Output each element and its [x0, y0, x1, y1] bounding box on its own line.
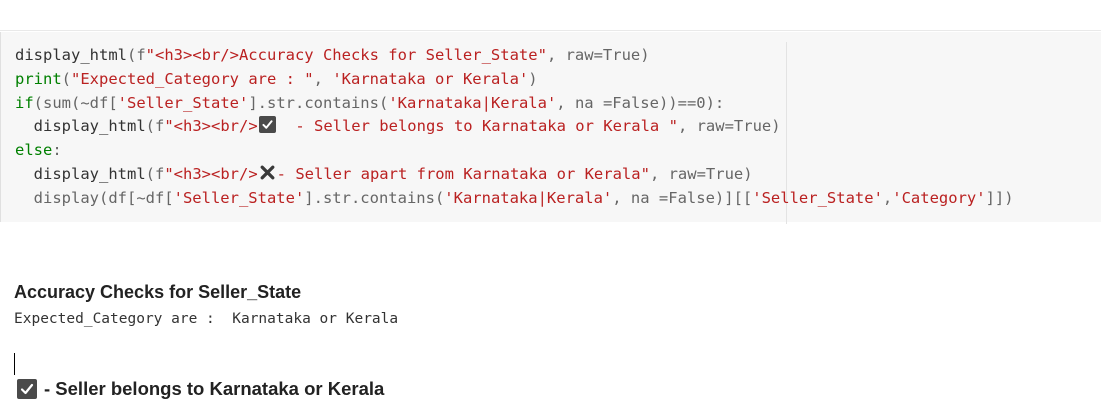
code-line: display_html(f"<h3><br/>Accuracy Checks … [15, 44, 1014, 68]
code-token: (f [126, 46, 146, 64]
check-box-icon [258, 116, 276, 134]
code-token: , [313, 69, 333, 88]
code-line: display_html(f"<h3><br/> - Seller apart f… [15, 163, 1014, 187]
output-result: - Seller belongs to Karnataka or Kerala [16, 378, 384, 400]
code-token: 'Seller_State' [117, 93, 249, 112]
code-token: , na =False))==0): [556, 93, 725, 112]
output-result-text: - Seller belongs to Karnataka or Kerala [44, 378, 385, 399]
code-token: 'Seller_State' [752, 188, 883, 207]
code-token: 'Category' [892, 188, 986, 207]
code-line: if(sum(~df['Seller_State'].str.contains(… [15, 92, 1014, 116]
code-token: "<h3><br/> [164, 117, 258, 136]
code-line: display(df[~df['Seller_State'].str.conta… [15, 187, 1014, 211]
cross-mark-icon [259, 164, 276, 181]
code-token: display(df[~df[ [15, 188, 174, 207]
code-token: 'Karnataka|Kerala' [444, 188, 613, 207]
code-token: 'Seller_State' [173, 188, 305, 207]
code-token: ( [61, 69, 72, 88]
code-editor[interactable]: display_html(f"<h3><br/>Accuracy Checks … [15, 44, 1014, 211]
code-token: - Seller apart from Karnataka or Kerala" [276, 164, 650, 183]
code-line: display_html(f"<h3><br/> - Seller belong… [15, 115, 1014, 139]
code-token: 'Karnataka or Kerala' [332, 69, 529, 88]
output-heading: Accuracy Checks for Seller_State [14, 282, 302, 302]
code-token: ].str.contains( [248, 93, 389, 112]
code-token: display_html [15, 117, 146, 136]
code-token: - Seller belongs to Karnataka or Kerala … [276, 117, 678, 136]
code-token: "<h3><br/>Accuracy Checks for Seller_Sta… [145, 46, 547, 64]
code-line: else: [15, 139, 1014, 163]
previous-cell-area [0, 0, 1101, 31]
code-token: , raw=True) [649, 164, 753, 183]
code-token: display_html [15, 164, 146, 183]
code-token: (sum(~df[ [33, 93, 118, 112]
code-line: print("Expected_Category are : ", 'Karna… [15, 68, 1014, 92]
code-token: : [52, 141, 62, 160]
code-token: , raw=True) [546, 46, 650, 64]
code-token: (f [145, 164, 165, 183]
code-token: else [15, 141, 53, 160]
notebook-view: display_html(f"<h3><br/>Accuracy Checks … [0, 0, 1101, 417]
text-cursor [14, 353, 15, 375]
code-token: ].str.contains( [304, 188, 445, 207]
check-box-icon [17, 379, 37, 399]
code-token: display_html [15, 46, 127, 64]
code-token: print [15, 69, 62, 88]
code-token: , [882, 188, 893, 207]
code-token: , na =False)][[ [612, 188, 753, 207]
code-token: 'Karnataka|Kerala' [388, 93, 557, 112]
code-token: "Expected_Category are : " [71, 69, 314, 88]
code-token: ]]) [985, 188, 1014, 207]
code-token: "<h3><br/> [164, 164, 258, 183]
output-expected-category: Expected_Category are : Karnataka or Ker… [14, 311, 399, 327]
code-token: ) [528, 69, 538, 88]
code-token: , raw=True) [677, 117, 781, 136]
code-token: (f [145, 117, 165, 136]
code-token: if [15, 93, 34, 112]
